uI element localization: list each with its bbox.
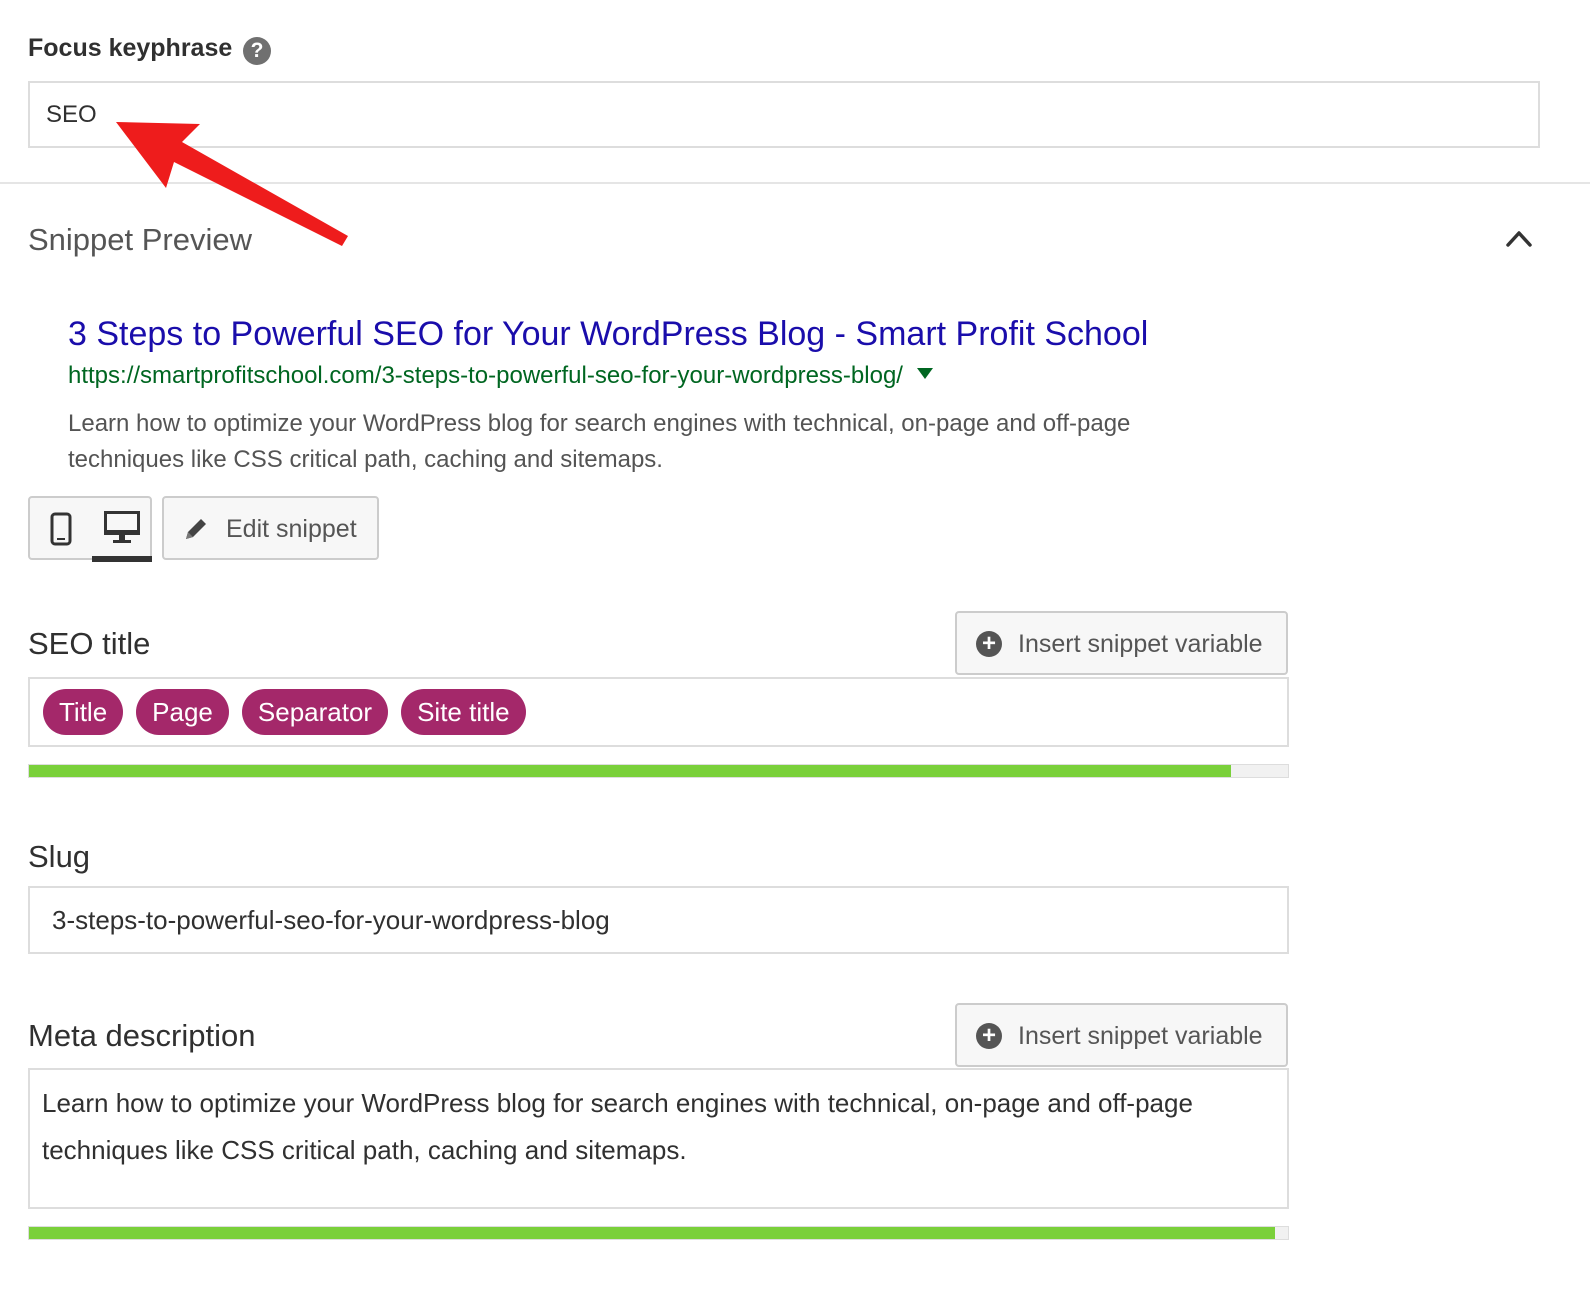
meta-description-label: Meta description (28, 1018, 256, 1053)
meta-description-value: Learn how to optimize your WordPress blo… (42, 1088, 1193, 1165)
seo-title-field[interactable]: Title Page Separator Site title (28, 677, 1289, 747)
variable-pill-title[interactable]: Title (43, 689, 124, 735)
plus-circle-icon: + (976, 1023, 1002, 1049)
variable-pill-separator[interactable]: Separator (241, 689, 389, 735)
chevron-up-icon[interactable] (1503, 226, 1535, 250)
meta-description-field[interactable]: Learn how to optimize your WordPress blo… (28, 1068, 1289, 1209)
google-preview-url-text: https://smartprofitschool.com/3-steps-to… (68, 362, 903, 389)
google-preview-title[interactable]: 3 Steps to Powerful SEO for Your WordPre… (68, 315, 1148, 354)
mobile-phone-icon (50, 512, 72, 546)
edit-snippet-label: Edit snippet (226, 515, 357, 543)
meta-description-insert-variable-button[interactable]: + Insert snippet variable (955, 1003, 1288, 1067)
preview-mode-toggle (28, 496, 152, 562)
seo-title-progress-fill (29, 765, 1232, 777)
snippet-preview-heading: Snippet Preview (28, 222, 253, 257)
focus-keyphrase-label: Focus keyphrase (28, 34, 233, 62)
pencil-icon (186, 519, 206, 539)
variable-pill-site-title[interactable]: Site title (401, 689, 526, 735)
insert-variable-label: Insert snippet variable (1018, 1022, 1263, 1050)
google-preview-url: https://smartprofitschool.com/3-steps-to… (68, 362, 933, 390)
desktop-monitor-icon (104, 511, 140, 543)
meta-description-progress (28, 1226, 1289, 1240)
slug-label: Slug (28, 839, 91, 874)
desktop-preview-button[interactable] (92, 498, 152, 562)
question-circle-icon[interactable]: ? (243, 37, 271, 65)
slug-value: 3-steps-to-powerful-seo-for-your-wordpre… (52, 905, 610, 935)
plus-circle-icon: + (976, 631, 1002, 657)
seo-title-variables: Title Page Separator Site title (43, 689, 539, 735)
meta-description-progress-fill (29, 1227, 1276, 1239)
caret-down-icon (916, 368, 933, 379)
seo-title-progress (28, 764, 1289, 778)
google-preview-description: Learn how to optimize your WordPress blo… (68, 410, 1131, 473)
edit-snippet-button[interactable]: Edit snippet (162, 496, 379, 560)
mobile-preview-button[interactable] (30, 498, 92, 560)
variable-pill-page[interactable]: Page (136, 689, 229, 735)
insert-variable-label: Insert snippet variable (1018, 630, 1263, 658)
active-mode-indicator (92, 556, 152, 562)
seo-title-insert-variable-button[interactable]: + Insert snippet variable (955, 611, 1288, 675)
seo-title-label: SEO title (28, 626, 151, 661)
slug-input[interactable]: 3-steps-to-powerful-seo-for-your-wordpre… (28, 886, 1289, 954)
